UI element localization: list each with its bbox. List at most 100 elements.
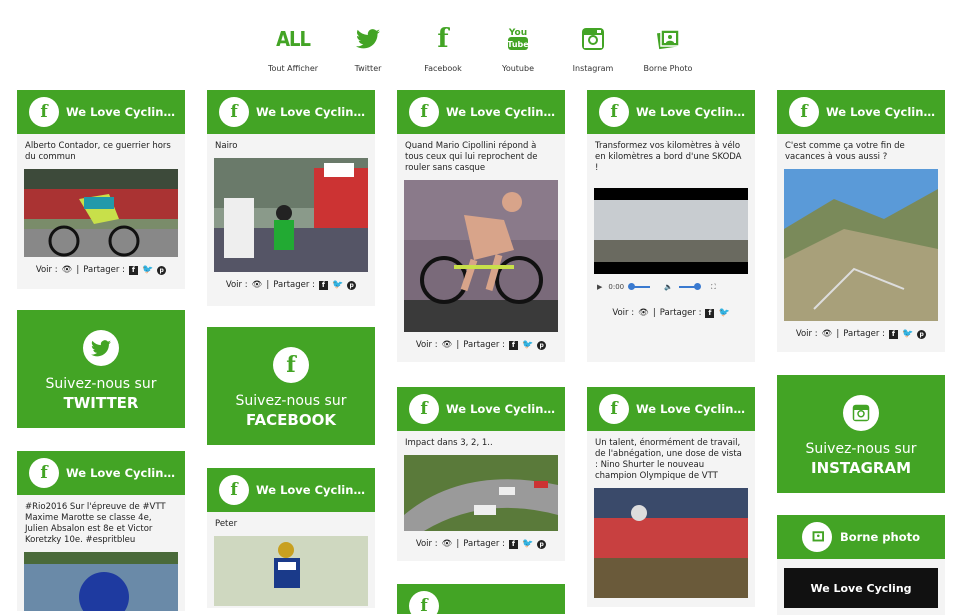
post-text: Un talent, énormément de travail, de l'a… xyxy=(595,438,742,481)
share-pinterest-icon[interactable]: p xyxy=(917,329,927,339)
post-text: Peter xyxy=(215,519,238,529)
instagram-icon xyxy=(843,395,879,431)
see-label: Voir : xyxy=(612,308,635,318)
post-image[interactable] xyxy=(214,536,368,606)
facebook-icon: f xyxy=(29,97,59,127)
share-facebook-icon[interactable]: f xyxy=(888,329,898,339)
share-twitter-icon[interactable]: 🐦 xyxy=(522,340,533,350)
twitter-icon xyxy=(83,330,119,366)
eye-icon[interactable]: 👁 xyxy=(442,340,453,350)
follow-instagram-button[interactable]: Suivez-nous sur INSTAGRAM xyxy=(777,375,945,493)
post-image[interactable] xyxy=(404,455,558,531)
filter-borne-photo-label: Borne Photo xyxy=(643,64,693,73)
share-twitter-icon[interactable]: 🐦 xyxy=(902,329,913,339)
share-label: Partager : xyxy=(659,308,702,318)
card-header[interactable]: f We Love Cycling Fr... xyxy=(777,90,945,134)
share-pinterest-icon[interactable]: p xyxy=(157,265,167,275)
follow-line2: FACEBOOK xyxy=(246,411,336,429)
post-image[interactable] xyxy=(784,169,938,321)
share-facebook-icon[interactable]: f xyxy=(705,308,715,318)
separator: | xyxy=(836,329,840,339)
progress-bar[interactable] xyxy=(628,283,651,290)
card-header[interactable]: f We Love Cycling Fr... xyxy=(397,90,565,134)
photo-frame-icon xyxy=(801,522,832,552)
separator: | xyxy=(76,265,80,275)
card-source-title: We Love Cycling Fr... xyxy=(66,105,182,119)
video-time: 0:00 xyxy=(608,283,625,291)
share-pinterest-icon[interactable]: p xyxy=(537,539,547,549)
share-twitter-icon[interactable]: 🐦 xyxy=(332,280,343,290)
eye-icon[interactable]: 👁 xyxy=(442,539,453,549)
card-header[interactable]: f xyxy=(397,584,565,614)
share-label: Partager : xyxy=(843,329,885,339)
share-pinterest-icon[interactable]: p xyxy=(347,280,357,290)
see-label: Voir : xyxy=(415,340,438,350)
post-image[interactable] xyxy=(404,180,558,332)
card-source-title: We Love Cycling Fr... xyxy=(256,105,372,119)
see-label: Voir : xyxy=(415,539,438,549)
borne-logo: We Love Cycling xyxy=(784,568,938,608)
share-facebook-icon[interactable]: f xyxy=(318,280,328,290)
card-source-title: We Love Cycling Fr... xyxy=(256,483,372,497)
card-source-title: We Love Cycling Fr... xyxy=(66,466,182,480)
post-text: Alberto Contador, ce guerrier hors du co… xyxy=(25,141,171,162)
follow-line1: Suivez-nous sur xyxy=(805,441,917,457)
see-label: Voir : xyxy=(225,280,248,290)
share-label: Partager : xyxy=(463,539,505,549)
video-player[interactable] xyxy=(594,188,748,274)
post-card: f xyxy=(397,584,565,614)
facebook-icon: f xyxy=(599,97,629,127)
fullscreen-icon[interactable]: ⛶ xyxy=(711,283,716,292)
card-header[interactable]: f We Love Cycling Fr... xyxy=(587,387,755,431)
card-source-title: We Love Cycling Fr... xyxy=(636,402,752,416)
share-twitter-icon[interactable]: 🐦 xyxy=(522,539,533,549)
share-bar: Voir : 👁 | Partager : f 🐦 p xyxy=(397,531,565,557)
eye-icon[interactable]: 👁 xyxy=(62,265,73,275)
follow-line2: TWITTER xyxy=(63,394,139,412)
volume-icon[interactable]: 🔈 xyxy=(664,283,673,291)
post-image[interactable] xyxy=(24,552,178,611)
see-label: Voir : xyxy=(795,329,818,339)
post-text: #Rio2016 Sur l'épreuve de #VTT Maxime Ma… xyxy=(25,502,166,545)
share-twitter-icon[interactable]: 🐦 xyxy=(142,265,153,275)
share-facebook-icon[interactable]: f xyxy=(128,265,138,275)
post-text: C'est comme ça votre fin de vacances à v… xyxy=(785,141,905,162)
facebook-icon: f xyxy=(219,475,249,505)
post-card: f We Love Cycling Fr... Quand Mario Cipo… xyxy=(397,90,565,362)
svg-text:You: You xyxy=(508,28,527,38)
volume-slider[interactable] xyxy=(678,283,701,290)
card-header[interactable]: Borne photo xyxy=(777,515,945,559)
card-header[interactable]: f We Love Cycling Fr... xyxy=(17,451,185,495)
facebook-icon: f xyxy=(789,97,819,127)
share-facebook-icon[interactable]: f xyxy=(508,539,518,549)
post-image[interactable] xyxy=(214,158,368,272)
post-image[interactable] xyxy=(24,169,178,257)
facebook-icon: f xyxy=(409,394,439,424)
filter-borne-photo[interactable]: Borne Photo xyxy=(623,22,713,73)
borne-title: Borne photo xyxy=(839,530,921,544)
facebook-icon: f xyxy=(409,97,439,127)
card-header[interactable]: f We Love Cycling Fr... xyxy=(587,90,755,134)
eye-icon[interactable]: 👁 xyxy=(822,329,833,339)
follow-twitter-button[interactable]: Suivez-nous sur TWITTER xyxy=(17,310,185,428)
facebook-icon: f xyxy=(409,591,439,614)
card-header[interactable]: f We Love Cycling Fr... xyxy=(207,468,375,512)
follow-facebook-button[interactable]: f Suivez-nous sur FACEBOOK xyxy=(207,327,375,445)
card-header[interactable]: f We Love Cycling Fr... xyxy=(207,90,375,134)
share-facebook-icon[interactable]: f xyxy=(508,340,518,350)
eye-icon[interactable]: 👁 xyxy=(638,308,649,318)
post-card: f We Love Cycling Fr... C'est comme ça v… xyxy=(777,90,945,352)
card-header[interactable]: f We Love Cycling Fr... xyxy=(397,387,565,431)
share-pinterest-icon[interactable]: p xyxy=(537,340,547,350)
post-image[interactable] xyxy=(594,488,748,598)
share-twitter-icon[interactable]: 🐦 xyxy=(718,308,729,318)
play-icon[interactable]: ▶ xyxy=(597,283,602,291)
card-source-title: We Love Cycling Fr... xyxy=(636,105,752,119)
separator: | xyxy=(266,280,270,290)
eye-icon[interactable]: 👁 xyxy=(252,280,263,290)
see-label: Voir : xyxy=(35,265,58,275)
card-header[interactable]: f We Love Cycling Fr... xyxy=(17,90,185,134)
post-text: Transformez vos kilomètres à vélo en kil… xyxy=(595,141,742,173)
share-label: Partager : xyxy=(83,265,125,275)
card-source-title: We Love Cycling Fr... xyxy=(826,105,942,119)
